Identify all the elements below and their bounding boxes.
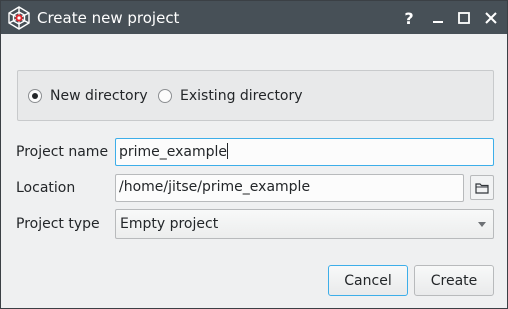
maximize-button[interactable] [451, 5, 477, 31]
title-bar[interactable]: Create new project ? [1, 1, 507, 34]
text-caret [227, 143, 229, 159]
location-mode-group: New directory Existing directory [17, 70, 494, 121]
project-name-input[interactable]: prime_example [115, 138, 494, 166]
location-label: Location [16, 180, 76, 196]
location-value: /home/jitse/prime_example [119, 179, 311, 195]
project-type-select[interactable]: Empty project [115, 209, 494, 239]
existing-directory-radio[interactable]: Existing directory [158, 88, 303, 104]
folder-icon [475, 182, 489, 194]
minimize-icon [433, 21, 443, 23]
new-directory-radio[interactable]: New directory [28, 88, 148, 104]
project-name-value: prime_example [119, 144, 228, 160]
spider-web-logo-icon [6, 5, 32, 31]
close-icon [485, 12, 497, 24]
minimize-button[interactable] [425, 5, 451, 31]
radio-checked-icon [28, 89, 42, 103]
close-button[interactable] [478, 5, 504, 31]
chevron-down-icon [478, 222, 486, 227]
create-project-dialog: Create new project ? New directory Exist… [0, 0, 508, 309]
cancel-button[interactable]: Cancel [328, 265, 408, 296]
create-button[interactable]: Create [414, 265, 494, 296]
project-type-label: Project type [16, 216, 100, 232]
new-directory-label: New directory [50, 88, 148, 104]
maximize-icon [458, 12, 470, 24]
project-name-label: Project name [16, 144, 109, 160]
location-input[interactable]: /home/jitse/prime_example [115, 174, 464, 202]
window-title: Create new project [37, 9, 180, 27]
project-type-value: Empty project [120, 216, 219, 232]
existing-directory-label: Existing directory [180, 88, 303, 104]
radio-unchecked-icon [158, 89, 172, 103]
help-button[interactable]: ? [396, 5, 422, 31]
browse-location-button[interactable] [470, 175, 494, 200]
